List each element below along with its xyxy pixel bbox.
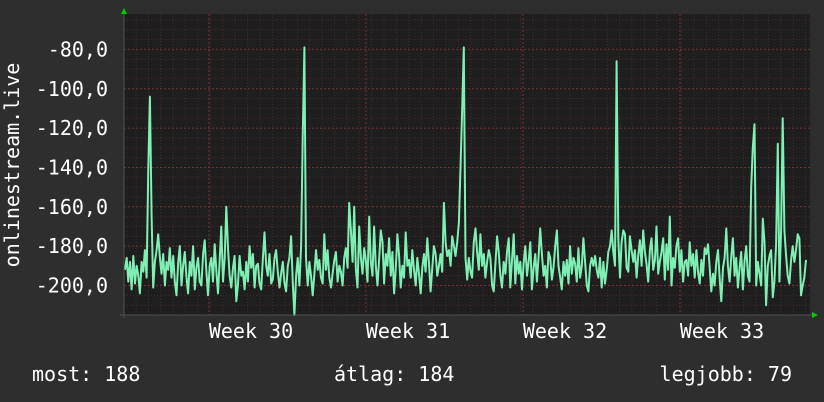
x-tick-label: Week 33 [680, 319, 764, 343]
y-tick-label: -100,0 [36, 77, 108, 101]
y-tick-label: -140,0 [36, 155, 108, 179]
y-tick-label: -80,0 [48, 37, 108, 61]
y-tick-label: -160,0 [36, 195, 108, 219]
x-tick-label: Week 32 [523, 319, 607, 343]
y-tick-label: -180,0 [36, 234, 108, 258]
y-tick-label: -120,0 [36, 116, 108, 140]
line-chart: -80,0 -100,0 -120,0 -140,0 -160,0 -180,0 -200,… [0, 8, 818, 343]
best-value: legjobb: 79 [659, 362, 792, 386]
y-axis-arrow-icon [121, 8, 127, 14]
y-tick-label: -200,0 [36, 273, 108, 297]
average-value: átlag: 184 [334, 362, 455, 386]
x-axis-ticks: Week 30 Week 31 Week 32 Week 33 [209, 319, 764, 343]
y-axis-ticks: -80,0 -100,0 -120,0 -140,0 -160,0 -180,0 -200,… [36, 37, 108, 297]
x-tick-label: Week 30 [209, 319, 293, 343]
chart-panel: -80,0 -100,0 -120,0 -140,0 -160,0 -180,0 -200,… [0, 0, 824, 402]
current-value: most: 188 [32, 362, 141, 386]
x-tick-label: Week 31 [366, 319, 450, 343]
stats-footer: most: 188 átlag: 184 legjobb: 79 [0, 358, 824, 392]
y-axis-label: onlinestream.live [0, 63, 24, 268]
x-axis-arrow-icon [812, 312, 818, 318]
